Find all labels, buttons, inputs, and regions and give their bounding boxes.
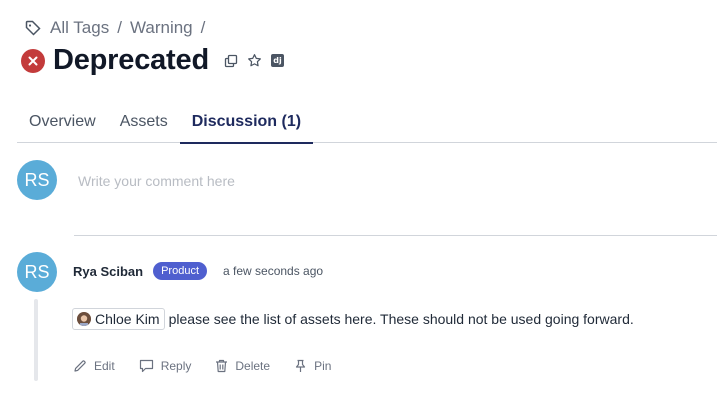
comment-author[interactable]: Rya Sciban (73, 264, 143, 279)
comment-text: please see the list of assets here. Thes… (168, 311, 634, 327)
error-icon (21, 48, 45, 73)
user-mention[interactable]: Chloe Kim (72, 308, 165, 330)
mention-avatar (77, 312, 91, 326)
comment-header: Rya Sciban Product a few seconds ago (73, 262, 323, 280)
divider (74, 235, 717, 236)
pin-label: Pin (314, 359, 332, 373)
star-icon[interactable] (247, 53, 263, 69)
pencil-icon (74, 360, 86, 372)
breadcrumb-separator: / (117, 18, 122, 37)
breadcrumb-all-tags[interactable]: All Tags (50, 18, 109, 38)
tag-icon (24, 19, 42, 37)
pin-icon (295, 359, 306, 372)
delete-label: Delete (235, 359, 271, 373)
comment-input[interactable] (70, 168, 670, 194)
page-title: Deprecated (53, 44, 209, 76)
discussion-page: All Tags / Warning / Deprecated dj Overv… (0, 0, 717, 407)
mention-name: Chloe Kim (95, 311, 160, 327)
comment-body: Chloe Kim please see the list of assets … (72, 308, 634, 330)
tab-assets[interactable]: Assets (108, 103, 180, 143)
trash-icon (216, 359, 228, 373)
pin-button[interactable]: Pin (294, 359, 331, 373)
tab-bar: Overview Assets Discussion (1) (17, 103, 717, 144)
reply-label: Reply (160, 359, 192, 373)
role-badge: Product (153, 262, 208, 280)
edit-button[interactable]: Edit (73, 359, 115, 373)
edit-label: Edit (94, 359, 115, 373)
current-user-avatar: RS (17, 160, 57, 200)
delete-button[interactable]: Delete (215, 359, 270, 373)
tab-discussion[interactable]: Discussion (1) (179, 103, 314, 144)
reply-button[interactable]: Reply (139, 359, 192, 373)
copy-icon[interactable] (223, 53, 239, 69)
tab-overview[interactable]: Overview (17, 103, 108, 143)
comment-actions: Edit Reply Delete Pin (73, 359, 355, 373)
comment-timestamp: a few seconds ago (223, 264, 324, 278)
breadcrumb-separator: / (200, 18, 206, 37)
comment-author-avatar: RS (17, 252, 57, 292)
breadcrumb: All Tags / Warning / (24, 18, 205, 38)
reply-icon (139, 359, 153, 373)
thread-line (34, 299, 38, 381)
dj-badge: dj (270, 54, 284, 67)
title-row: Deprecated dj (21, 44, 284, 77)
breadcrumb-warning[interactable]: Warning (130, 18, 193, 38)
